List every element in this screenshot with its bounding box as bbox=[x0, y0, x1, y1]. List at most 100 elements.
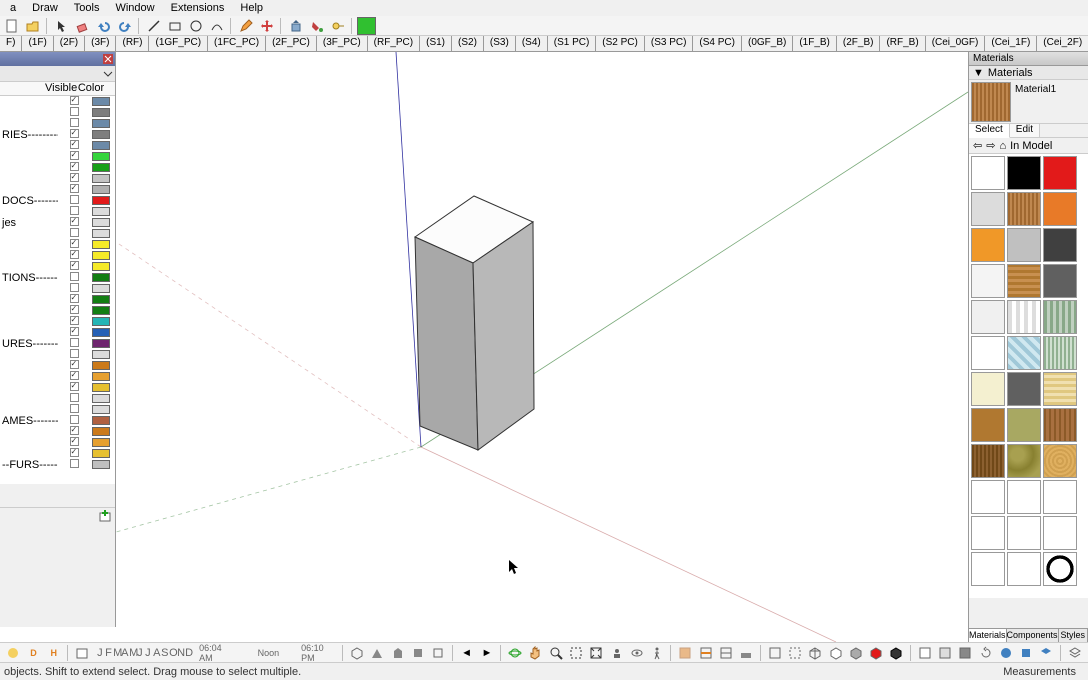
layer-color-swatch[interactable] bbox=[92, 163, 110, 172]
layer-color-swatch[interactable] bbox=[92, 438, 110, 447]
paint-icon[interactable] bbox=[307, 17, 326, 35]
layer-visibility-checkbox[interactable] bbox=[70, 349, 79, 358]
layer-visibility-checkbox[interactable] bbox=[70, 272, 79, 281]
material-swatch[interactable] bbox=[1043, 192, 1077, 226]
material-swatch[interactable] bbox=[1043, 552, 1077, 586]
scene-tab[interactable]: (2F_B) bbox=[837, 36, 881, 51]
scene-tab[interactable]: (S1) bbox=[420, 36, 452, 51]
material-swatch[interactable] bbox=[1007, 516, 1041, 550]
front-view-icon[interactable] bbox=[389, 644, 407, 662]
layer-row[interactable]: --FURS--------- bbox=[0, 459, 115, 470]
layer-color-swatch[interactable] bbox=[92, 108, 110, 117]
hour-icon[interactable]: H bbox=[45, 644, 63, 662]
layer-color-swatch[interactable] bbox=[92, 207, 110, 216]
layer-color-swatch[interactable] bbox=[92, 361, 110, 370]
material-swatch[interactable] bbox=[1043, 516, 1077, 550]
material-swatch[interactable] bbox=[1043, 228, 1077, 262]
scene-tab[interactable]: (1F_B) bbox=[793, 36, 837, 51]
layer-row[interactable]: TIONS---------- bbox=[0, 272, 115, 283]
layer-row[interactable]: DOCS----------- bbox=[0, 195, 115, 206]
layer-color-swatch[interactable] bbox=[92, 317, 110, 326]
material-swatch[interactable] bbox=[1007, 228, 1041, 262]
back-icon[interactable]: ⇦ bbox=[973, 139, 982, 152]
scene-tab[interactable]: (Cei_0GF) bbox=[926, 36, 986, 51]
scene-tab[interactable]: (1F) bbox=[22, 36, 53, 51]
scene-tab[interactable]: (1FC_PC) bbox=[208, 36, 266, 51]
layer-row[interactable] bbox=[0, 448, 115, 459]
material-swatch[interactable] bbox=[971, 408, 1005, 442]
scene-tab[interactable]: (0GF_B) bbox=[742, 36, 793, 51]
layer-color-swatch[interactable] bbox=[92, 251, 110, 260]
layer-color-swatch[interactable] bbox=[92, 240, 110, 249]
iso-icon[interactable] bbox=[348, 644, 366, 662]
layer-color-swatch[interactable] bbox=[92, 174, 110, 183]
material-swatch[interactable] bbox=[1007, 156, 1041, 190]
scene-tab[interactable]: (S2) bbox=[452, 36, 484, 51]
viewport-3d[interactable] bbox=[116, 52, 968, 642]
layer-color-swatch[interactable] bbox=[92, 460, 110, 469]
material-grid[interactable] bbox=[969, 154, 1088, 598]
monochrome-icon[interactable] bbox=[887, 644, 905, 662]
layer-row[interactable] bbox=[0, 349, 115, 360]
layer-visibility-checkbox[interactable] bbox=[70, 404, 79, 413]
layer-visibility-checkbox[interactable] bbox=[70, 162, 79, 171]
menu-item[interactable]: Window bbox=[107, 1, 162, 15]
scene-tab[interactable]: (3F) bbox=[85, 36, 116, 51]
layer-color-swatch[interactable] bbox=[92, 185, 110, 194]
scene-tab[interactable]: (RF) bbox=[116, 36, 149, 51]
month-strip[interactable]: JFMAMJJASOND bbox=[97, 647, 193, 659]
pencil-icon[interactable] bbox=[236, 17, 255, 35]
pushpull-icon[interactable] bbox=[286, 17, 305, 35]
material-swatch[interactable] bbox=[1007, 192, 1041, 226]
section-cut-icon[interactable] bbox=[717, 644, 735, 662]
layer-row[interactable] bbox=[0, 305, 115, 316]
wireframe-icon[interactable] bbox=[806, 644, 824, 662]
layer-visibility-checkbox[interactable] bbox=[70, 151, 79, 160]
close-icon[interactable] bbox=[103, 54, 113, 64]
layer-row[interactable] bbox=[0, 140, 115, 151]
circle-icon[interactable] bbox=[186, 17, 205, 35]
section-icon[interactable] bbox=[676, 644, 694, 662]
line-icon[interactable] bbox=[144, 17, 163, 35]
layer-row[interactable] bbox=[0, 393, 115, 404]
layer-row[interactable]: jes bbox=[0, 217, 115, 228]
layer-row[interactable] bbox=[0, 404, 115, 415]
pan-icon[interactable] bbox=[526, 644, 544, 662]
layer-visibility-checkbox[interactable] bbox=[70, 294, 79, 303]
move-icon[interactable] bbox=[257, 17, 276, 35]
style2-icon[interactable] bbox=[936, 644, 954, 662]
layer-visibility-checkbox[interactable] bbox=[70, 261, 79, 270]
style1-icon[interactable] bbox=[916, 644, 934, 662]
layer-visibility-checkbox[interactable] bbox=[70, 129, 79, 138]
material-swatch[interactable] bbox=[971, 516, 1005, 550]
scene-tab[interactable]: (Cei_2F) bbox=[1037, 36, 1088, 51]
outliner-icon[interactable] bbox=[997, 644, 1015, 662]
layer-color-swatch[interactable] bbox=[92, 119, 110, 128]
tray-tab-components[interactable]: Components bbox=[1007, 629, 1059, 642]
layer-color-swatch[interactable] bbox=[92, 394, 110, 403]
material-swatch[interactable] bbox=[971, 156, 1005, 190]
layer-row[interactable] bbox=[0, 437, 115, 448]
month-tick[interactable]: J bbox=[145, 647, 153, 659]
layer-visibility-checkbox[interactable] bbox=[70, 228, 79, 237]
month-tick[interactable]: A bbox=[153, 647, 161, 659]
home-icon[interactable]: ⌂ bbox=[999, 140, 1006, 152]
layer-row[interactable] bbox=[0, 173, 115, 184]
layer-row[interactable] bbox=[0, 162, 115, 173]
zoom-extents-icon[interactable] bbox=[587, 644, 605, 662]
layer-color-swatch[interactable] bbox=[92, 416, 110, 425]
refresh-icon[interactable] bbox=[976, 644, 994, 662]
menu-item[interactable]: Tools bbox=[66, 1, 108, 15]
back-view-icon[interactable] bbox=[429, 644, 447, 662]
material-swatch[interactable] bbox=[1043, 300, 1077, 334]
layer-visibility-checkbox[interactable] bbox=[70, 283, 79, 292]
layer-visibility-checkbox[interactable] bbox=[70, 239, 79, 248]
month-tick[interactable]: N bbox=[177, 647, 185, 659]
layer-color-swatch[interactable] bbox=[92, 141, 110, 150]
look-around-icon[interactable] bbox=[628, 644, 646, 662]
material-swatch[interactable] bbox=[1043, 408, 1077, 442]
layer-visibility-checkbox[interactable] bbox=[70, 217, 79, 226]
material-swatch[interactable] bbox=[971, 192, 1005, 226]
open-icon[interactable] bbox=[23, 17, 42, 35]
layer-row[interactable] bbox=[0, 327, 115, 338]
